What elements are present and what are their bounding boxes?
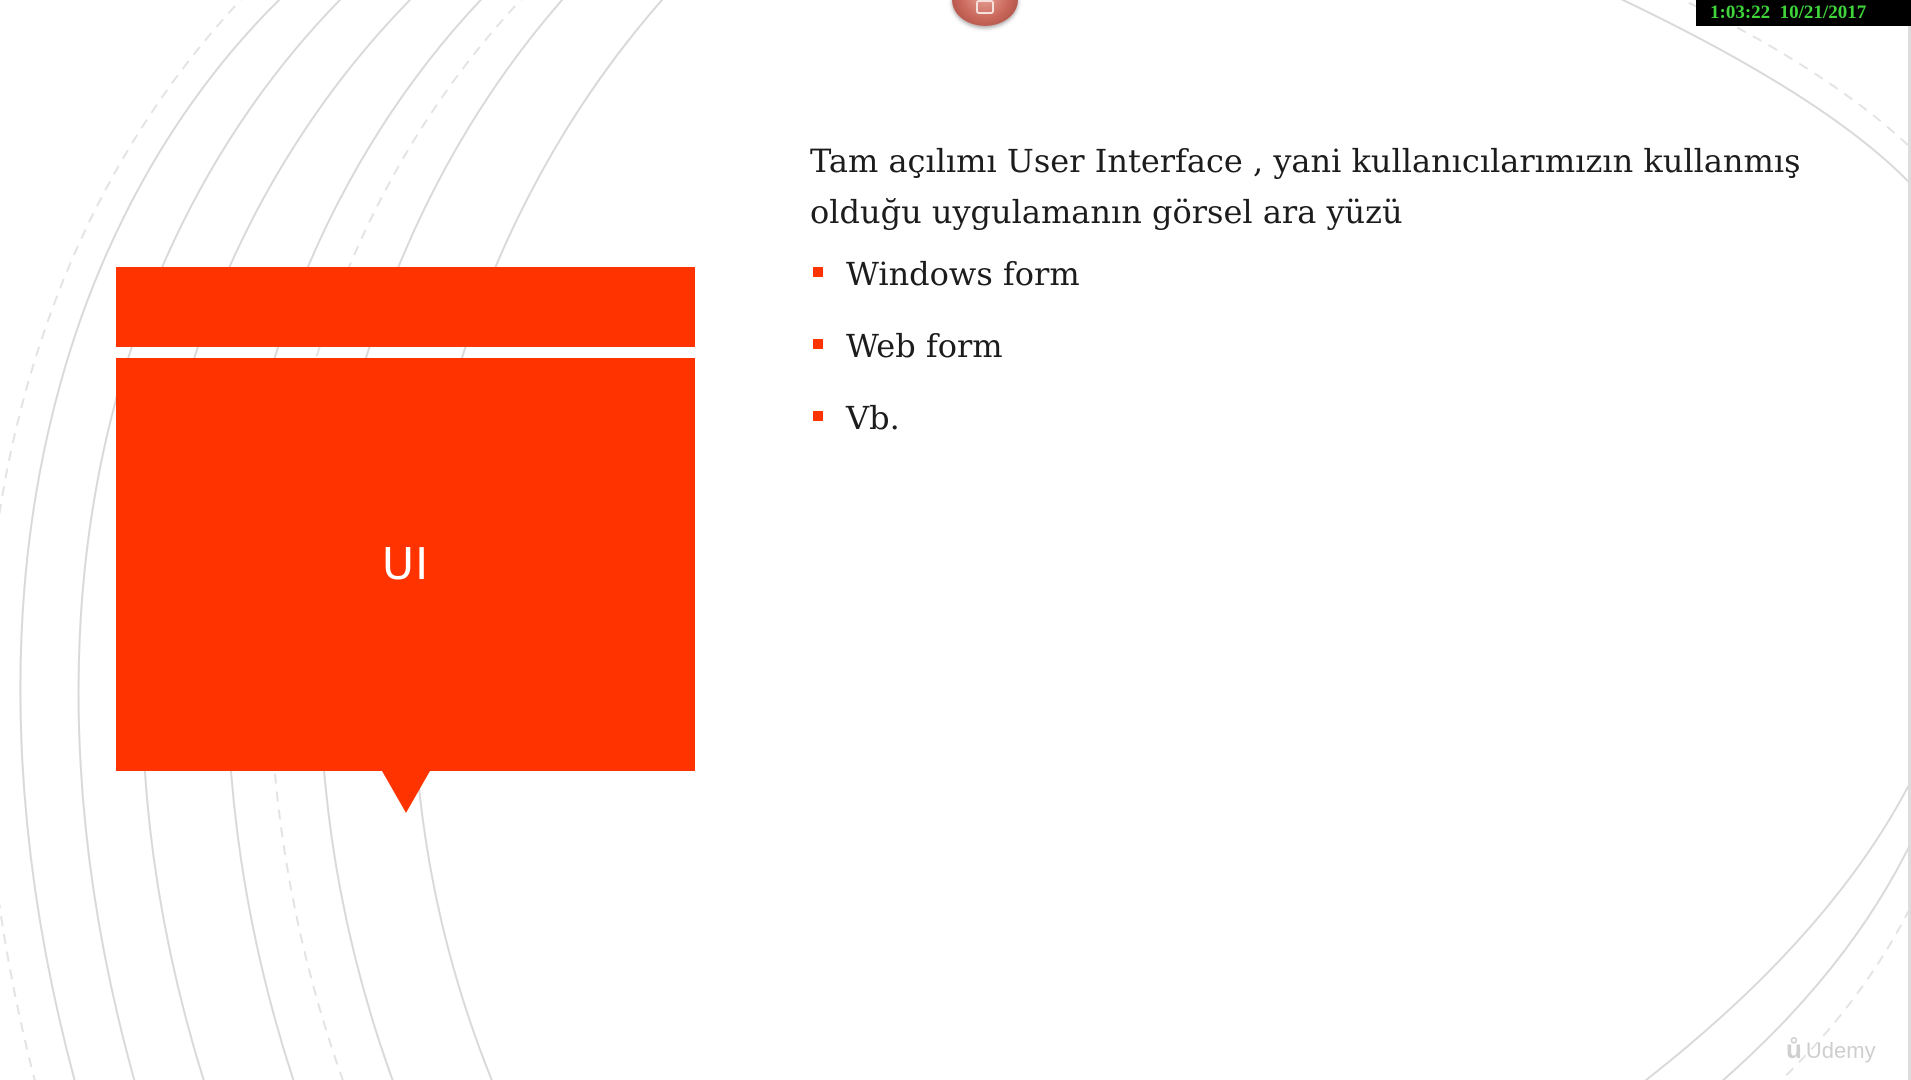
- bullet-label: Vb.: [846, 399, 900, 437]
- intro-text: Tam açılımı User Interface , yani kullan…: [810, 142, 1801, 231]
- bullet-label: Web form: [846, 327, 1003, 365]
- callout-pointer: [382, 771, 430, 813]
- udemy-watermark: ů Udemy: [1786, 1034, 1876, 1065]
- slide-content: Tam açılımı User Interface , yani kullan…: [810, 136, 1840, 468]
- recording-date: 10/21/2017: [1779, 2, 1867, 23]
- presentation-slide: 1:03:22 10/21/2017 UI Tam açılımı User I…: [0, 0, 1911, 1080]
- bullet-item-windows-form: Windows form: [810, 252, 1840, 296]
- bullet-square-icon: [813, 339, 823, 349]
- udemy-logo-icon: ů: [1786, 1034, 1802, 1064]
- camera-lens-icon: [976, 0, 994, 14]
- bullet-item-vb: Vb.: [810, 396, 1840, 440]
- bullet-square-icon: [813, 267, 823, 277]
- bullet-square-icon: [813, 411, 823, 421]
- bullet-label: Windows form: [846, 255, 1080, 293]
- watermark-text: Udemy: [1805, 1038, 1876, 1063]
- recording-timestamp: 1:03:22 10/21/2017: [1696, 0, 1911, 26]
- bullet-item-web-form: Web form: [810, 324, 1840, 368]
- slide-title: UI: [381, 539, 430, 590]
- title-accent-bar: [116, 267, 695, 347]
- title-callout: UI: [116, 358, 695, 771]
- bullet-list: Windows form Web form Vb.: [810, 252, 1840, 440]
- recording-time: 1:03:22: [1710, 2, 1771, 23]
